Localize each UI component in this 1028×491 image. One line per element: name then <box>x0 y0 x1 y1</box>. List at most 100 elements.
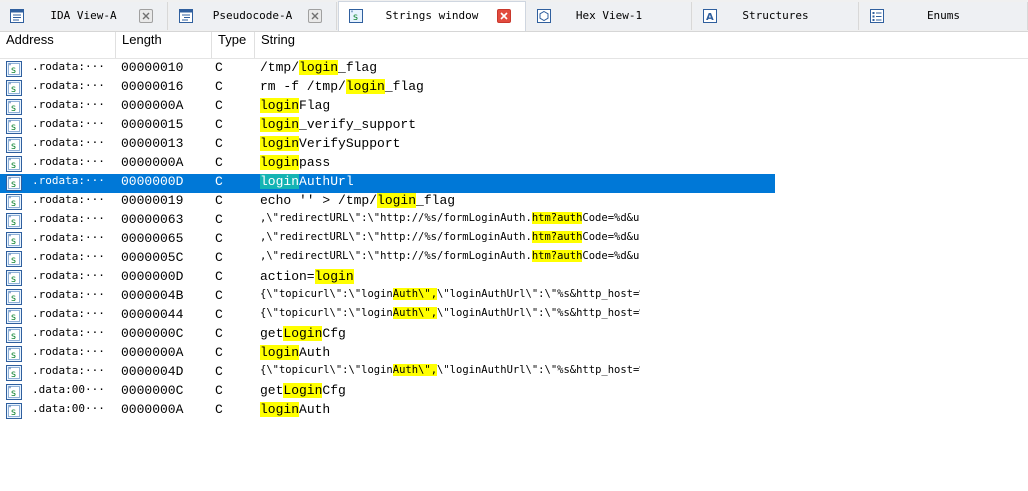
table-row[interactable]: s " .rodata:··· 0000000A CloginAuth <box>0 345 775 364</box>
svg-text:": " <box>9 310 12 317</box>
string-highlight: Login <box>283 326 323 341</box>
string-text: \"loginAuthUrl\":\"%s&http_host=%··· <box>437 364 640 376</box>
table-row[interactable]: s " .rodata:··· 0000005C C ,\"redirectURL\":\… <box>0 250 775 269</box>
svg-text:": " <box>9 291 12 298</box>
tab-enums[interactable]: Enums <box>860 2 1028 30</box>
table-row[interactable]: s " .data:00··· 0000000A CloginAuth <box>0 402 775 421</box>
type-cell: C <box>215 269 223 284</box>
string-text: Code=%d&us··· <box>582 212 640 224</box>
string-icon: s " <box>6 99 22 115</box>
tab-strings-window[interactable]: s " Strings window <box>338 1 526 31</box>
string-cell: login_verify_support <box>260 117 640 136</box>
length-cell: 0000000A <box>121 155 184 170</box>
column-string[interactable]: String <box>255 32 1028 58</box>
table-row[interactable]: s " .rodata:··· 0000000C CgetLoginCfg <box>0 326 775 345</box>
string-icon: s " <box>6 346 22 362</box>
string-text: Auth <box>299 402 331 417</box>
table-row[interactable]: s " .rodata:··· 00000016 Crm -f /tmp/login_f… <box>0 79 775 98</box>
svg-text:": " <box>9 386 12 393</box>
string-cell: /tmp/login_flag <box>260 60 640 79</box>
table-row[interactable]: s " .rodata:··· 00000010 C/tmp/login_flag <box>0 60 775 79</box>
column-length[interactable]: Length <box>116 32 212 58</box>
tab-structures[interactable]: A Structures <box>693 2 859 30</box>
string-text: Flag <box>299 98 331 113</box>
address-cell: .rodata:··· <box>32 326 105 339</box>
string-icon: s " <box>6 403 22 419</box>
string-highlight: login <box>260 117 300 132</box>
string-text: VerifySupport <box>299 136 401 151</box>
string-cell: loginVerifySupport <box>260 136 640 155</box>
length-cell: 00000019 <box>121 193 184 208</box>
table-row[interactable]: s " .rodata:··· 00000044 C {\"topicurl\":\"lo… <box>0 307 775 326</box>
table-row[interactable]: s " .rodata:··· 0000000A CloginFlag <box>0 98 775 117</box>
type-cell: C <box>215 136 223 151</box>
column-address[interactable]: Address <box>0 32 116 58</box>
table-row[interactable]: s " .rodata:··· 00000015 Clogin_verify_suppo… <box>0 117 775 136</box>
string-cell: ,\"redirectURL\":\"http://%s/formLoginAu… <box>260 250 640 269</box>
close-icon[interactable] <box>497 9 511 23</box>
string-highlight: htm?auth <box>531 250 583 262</box>
string-cell: loginpass <box>260 155 640 174</box>
string-cell: rm -f /tmp/login_flag <box>260 79 640 98</box>
svg-text:": " <box>9 234 12 241</box>
table-row[interactable]: s " .rodata:··· 00000013 CloginVerifySupport <box>0 136 775 155</box>
string-icon: s " <box>6 270 22 286</box>
length-cell: 0000000C <box>121 326 184 341</box>
close-icon[interactable] <box>139 9 153 23</box>
address-cell: .data:00··· <box>32 402 105 415</box>
type-cell: C <box>215 288 223 303</box>
table-row[interactable]: s " .rodata:··· 0000000A Cloginpass <box>0 155 775 174</box>
type-cell: C <box>215 326 223 341</box>
type-cell: C <box>215 79 223 94</box>
svg-text:": " <box>9 139 12 146</box>
type-cell: C <box>215 212 223 227</box>
string-text: _flag <box>384 79 424 94</box>
table-row[interactable]: s " .rodata:··· 00000063 C ,\"redirectURL\":\… <box>0 212 775 231</box>
string-highlight: htm?auth <box>531 231 583 243</box>
string-text: action= <box>260 269 315 284</box>
string-text: Auth <box>299 345 331 360</box>
table-row[interactable]: s " .rodata:··· 0000000D Caction=login <box>0 269 775 288</box>
column-type[interactable]: Type <box>212 32 255 58</box>
string-highlight: login <box>260 98 300 113</box>
tab-label: Hex View-1 <box>575 9 643 22</box>
svg-text:": " <box>9 101 12 108</box>
type-cell: C <box>215 117 223 132</box>
string-cell: getLoginCfg <box>260 383 640 402</box>
table-row[interactable]: s " .rodata:··· 0000004D C {\"topicurl\":\"lo… <box>0 364 775 383</box>
svg-text:": " <box>9 348 12 355</box>
string-text: pass <box>299 155 331 170</box>
table-row[interactable]: s " .rodata:··· 00000065 C ,\"redirectURL\":\… <box>0 231 775 250</box>
table-row[interactable]: s " .data:00··· 0000000C CgetLoginCfg <box>0 383 775 402</box>
string-cell: ,\"redirectURL\":\"http://%s/formLoginAu… <box>260 212 640 231</box>
string-text: rm -f /tmp/ <box>260 79 346 94</box>
tab-hex-view-1[interactable]: Hex View-1 <box>527 2 692 30</box>
address-cell: .rodata:··· <box>32 98 105 111</box>
close-icon[interactable] <box>308 9 322 23</box>
address-cell: .rodata:··· <box>32 60 105 73</box>
address-cell: .rodata:··· <box>32 155 105 168</box>
length-cell: 0000000C <box>121 383 184 398</box>
address-cell: .rodata:··· <box>32 307 105 320</box>
string-text: {\"topicurl\":\"login <box>260 364 393 376</box>
string-text: Cfg <box>322 326 346 341</box>
string-icon: s " <box>6 118 22 134</box>
string-cell: loginAuth <box>260 402 640 421</box>
string-text: Cfg <box>322 383 346 398</box>
length-cell: 0000000D <box>121 269 184 284</box>
address-cell: .rodata:··· <box>32 136 105 149</box>
string-text: \"loginAuthUrl\":\"%s&http_host=%··· <box>437 307 640 319</box>
table-row[interactable]: s " .rodata:··· 0000000D CloginAuthUrl <box>0 174 775 193</box>
tab-ida-view-a[interactable]: IDA View-A <box>0 2 168 30</box>
svg-text:": " <box>9 215 12 222</box>
table-row[interactable]: s " .rodata:··· 0000004B C {\"topicurl\":\"lo… <box>0 288 775 307</box>
svg-text:": " <box>9 63 12 70</box>
tab-pseudocode-a[interactable]: Pseudocode-A <box>169 2 337 30</box>
string-text: ,\"redirectURL\":\"http://%s/formLoginAu… <box>260 231 532 243</box>
string-icon: s " <box>6 232 22 248</box>
type-cell: C <box>215 307 223 322</box>
address-cell: .rodata:··· <box>32 79 105 92</box>
table-row[interactable]: s " .rodata:··· 00000019 Cecho '' > /tmp/log… <box>0 193 775 212</box>
length-cell: 00000015 <box>121 117 184 132</box>
string-icon: s " <box>6 80 22 96</box>
